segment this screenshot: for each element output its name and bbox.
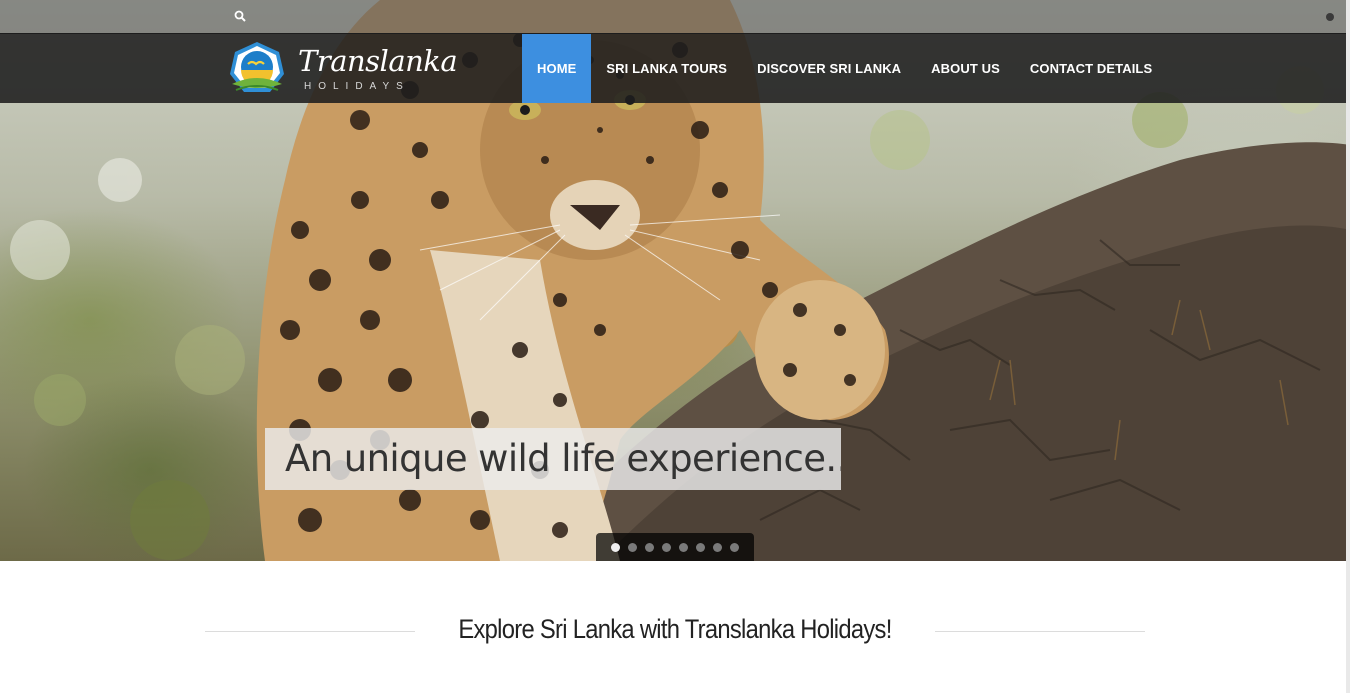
slide-dot-4[interactable] <box>662 543 671 552</box>
nav-contact-details[interactable]: CONTACT DETAILS <box>1015 34 1167 103</box>
logo-wordmark: Translanka <box>298 44 458 78</box>
logo-subtitle: HOLIDAYS <box>304 81 410 92</box>
slide-dot-3[interactable] <box>645 543 654 552</box>
search-icon[interactable] <box>234 10 246 22</box>
site-logo[interactable]: Translanka HOLIDAYS <box>226 38 458 100</box>
explore-section: Explore Sri Lanka with Translanka Holida… <box>205 610 1145 654</box>
slide-dot-1[interactable] <box>611 543 620 552</box>
bird-sun-icon <box>230 42 284 92</box>
nav-sri-lanka-tours[interactable]: SRI LANKA TOURS <box>591 34 742 103</box>
section-heading: Explore Sri Lanka with Translanka Holida… <box>458 614 892 644</box>
top-bar <box>0 0 1350 34</box>
nav-home[interactable]: HOME <box>522 34 592 103</box>
nav-about-us[interactable]: ABOUT US <box>916 34 1015 103</box>
site-header: Translanka HOLIDAYS HOME SRI LANKA TOURS… <box>0 34 1350 103</box>
slider-pagination <box>596 533 754 561</box>
nav-discover-sri-lanka[interactable]: DISCOVER SRI LANKA <box>742 34 916 103</box>
slide-dot-5[interactable] <box>679 543 688 552</box>
slide-dot-2[interactable] <box>628 543 637 552</box>
main-nav: HOME SRI LANKA TOURS DISCOVER SRI LANKA … <box>522 34 1167 103</box>
slide-dot-6[interactable] <box>696 543 705 552</box>
slide-caption: An unique wild life experience... <box>265 428 841 490</box>
topbar-indicator <box>1326 13 1334 21</box>
scrollbar[interactable] <box>1346 0 1350 693</box>
slide-dot-7[interactable] <box>713 543 722 552</box>
slide-dot-8[interactable] <box>730 543 739 552</box>
